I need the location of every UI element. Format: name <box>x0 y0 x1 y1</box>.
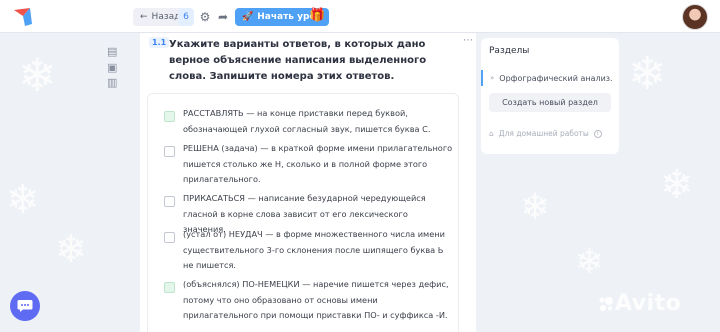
avito-logo-icon <box>599 297 613 311</box>
top-bar: ← Назад 6 ⚙ ➦ 🚀 Начать урок 🎁 <box>0 0 720 33</box>
answer-checkbox[interactable] <box>164 196 175 207</box>
rocket-icon: 🚀 <box>242 12 254 22</box>
clipboard-icon[interactable]: ▥ <box>107 76 119 89</box>
info-icon[interactable]: i <box>593 129 602 138</box>
homework-row[interactable]: ⌂ Для домашней работы i <box>489 129 602 138</box>
gift-icon[interactable]: 🎁 <box>309 8 325 23</box>
app-logo-icon[interactable] <box>10 4 36 30</box>
avito-watermark: Avito <box>615 291 682 316</box>
create-section-button[interactable]: Создать новый раздел <box>489 93 611 112</box>
sections-panel: Разделы » Орфографический анализ. Создат… <box>481 38 619 154</box>
task-title: Укажите варианты ответов, в которых дано… <box>169 39 427 82</box>
answer-checkbox[interactable] <box>164 111 175 122</box>
avatar[interactable] <box>682 4 708 30</box>
back-button-label: Назад <box>151 12 181 22</box>
chat-bubble-icon <box>17 300 33 312</box>
gear-icon[interactable]: ⚙ <box>197 9 213 25</box>
section-item-label: Орфографический анализ. <box>499 73 613 83</box>
snowflake-decoration: ❄ <box>55 227 87 271</box>
answer-checkbox[interactable] <box>164 146 175 157</box>
answer-checkbox[interactable] <box>164 282 175 293</box>
answer-checkbox[interactable] <box>164 232 175 243</box>
snowflake-decoration: ❄ <box>575 242 604 282</box>
home-icon: ⌂ <box>489 129 494 138</box>
chat-button[interactable] <box>10 291 40 321</box>
comment-icon[interactable]: ▤ <box>107 45 119 58</box>
snowflake-decoration: ❄ <box>6 177 40 223</box>
snowflake-decoration: ❄ <box>18 48 57 102</box>
more-options-icon[interactable]: ⋯ <box>463 35 473 46</box>
translate-icon[interactable]: ▣ <box>107 61 119 74</box>
arrow-left-icon: ← <box>140 12 148 22</box>
answer-text: (устал от) НЕУДАЧ — в форме множественно… <box>183 229 445 270</box>
task-number: 1.1 <box>149 37 170 48</box>
sections-title: Разделы <box>489 46 530 56</box>
snowflake-decoration: ❄ <box>660 162 694 208</box>
section-item[interactable]: » Орфографический анализ. <box>481 70 619 86</box>
lesson-count-badge[interactable]: 6 <box>178 8 194 26</box>
answer-text: (объяснялся) ПО-НЕМЕЦКИ — наречие пишетс… <box>183 279 449 320</box>
answer-options: РАССТАВЛЯТЬ — на конце приставки перед б… <box>147 93 459 332</box>
task-card: 1.1 Укажите варианты ответов, в которых … <box>140 33 476 332</box>
answer-text: РАССТАВЛЯТЬ — на конце приставки перед б… <box>183 108 431 134</box>
chevron-right-icon: » <box>490 74 495 82</box>
answer-text: РЕШЕНА (задача) — в краткой форме имени … <box>183 143 453 184</box>
share-icon[interactable]: ➦ <box>215 9 231 25</box>
homework-label: Для домашней работы <box>498 129 589 138</box>
snowflake-decoration: ❄ <box>520 187 551 228</box>
snowflake-decoration: ❄ <box>628 46 667 100</box>
